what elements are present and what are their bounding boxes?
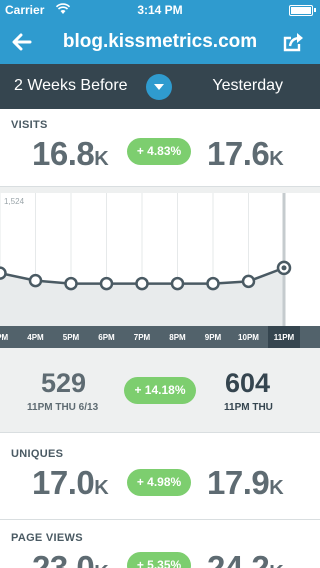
time-axis-label[interactable]: 3PM [0, 333, 8, 342]
range-from[interactable]: 2 Weeks Before [14, 77, 128, 95]
clock: 3:14 PM [137, 3, 183, 17]
page-title: blog.kissmetrics.com [62, 31, 258, 52]
data-point-selected-center [281, 265, 287, 271]
data-point [135, 276, 149, 291]
current-hour-value: 604 [225, 368, 271, 398]
uniques-section[interactable]: UNIQUES 17.0K + 4.98% 17.9K [0, 432, 320, 519]
back-arrow-icon [12, 33, 32, 51]
status-bar: Carrier 3:14 PM [0, 0, 320, 20]
pageviews-label: PAGE VIEWS [11, 532, 83, 544]
data-point [0, 266, 7, 280]
hour-change-badge: + 14.18% [124, 377, 196, 404]
time-axis-label[interactable]: 8PM [169, 333, 185, 342]
visits-change-badge: + 4.83% [127, 138, 191, 165]
nav-bar: blog.kissmetrics.com [0, 20, 320, 64]
range-to[interactable]: Yesterday [212, 77, 283, 95]
range-dropdown-button[interactable] [146, 74, 172, 100]
date-range-bar: 2 Weeks Before Yesterday [0, 64, 320, 109]
uniques-previous-value: 17.0K [32, 464, 109, 501]
time-axis[interactable]: 3PM 4PM 5PM 6PM 7PM 8PM 9PM 10PM 11PM [0, 326, 320, 355]
visits-section[interactable]: VISITS 16.8K + 4.83% 17.6K [0, 109, 320, 187]
time-axis-label[interactable]: 10PM [238, 333, 259, 342]
visits-label: VISITS [11, 119, 48, 131]
visits-chart-svg: 1,5240 [0, 193, 292, 326]
data-point [28, 273, 43, 288]
battery-icon [289, 5, 316, 16]
uniques-current-value: 17.9K [207, 464, 284, 501]
back-button[interactable] [0, 20, 44, 64]
visits-chart[interactable]: 1,5240 [0, 193, 320, 326]
pageviews-previous-value: 23.0K [32, 549, 109, 568]
data-point [241, 274, 256, 289]
time-axis-label[interactable]: 4PM [27, 333, 43, 342]
time-axis-label[interactable]: 6PM [98, 333, 114, 342]
previous-hour-value: 529 [41, 368, 87, 398]
time-axis-label[interactable]: 11PM [274, 333, 294, 342]
share-icon [283, 33, 303, 52]
uniques-label: UNIQUES [11, 448, 64, 460]
time-axis-label[interactable]: 9PM [205, 333, 221, 342]
share-button[interactable] [274, 20, 314, 64]
pageviews-section[interactable]: PAGE VIEWS 23.0K + 5.35% 24.2K [0, 519, 320, 568]
visits-previous-value: 16.8K [32, 135, 109, 172]
y-max-label: 1,524 [4, 197, 25, 206]
current-hour-label: 11PM THU [224, 402, 273, 413]
visits-current-value: 17.6K [207, 135, 284, 172]
previous-hour-label: 11PM THU 6/13 [27, 402, 99, 413]
data-point [99, 276, 114, 291]
data-point [206, 276, 220, 291]
data-point [64, 276, 78, 291]
time-axis-label[interactable]: 5PM [63, 333, 79, 342]
pageviews-current-value: 24.2K [207, 549, 284, 568]
uniques-change-badge: + 4.98% [127, 469, 191, 496]
time-axis-label[interactable]: 7PM [134, 333, 150, 342]
chevron-down-icon [154, 83, 164, 90]
selected-hour-detail: 529 11PM THU 6/13 + 14.18% 604 11PM THU [0, 348, 320, 432]
data-point [170, 276, 185, 291]
pageviews-change-badge: + 5.35% [127, 552, 191, 568]
